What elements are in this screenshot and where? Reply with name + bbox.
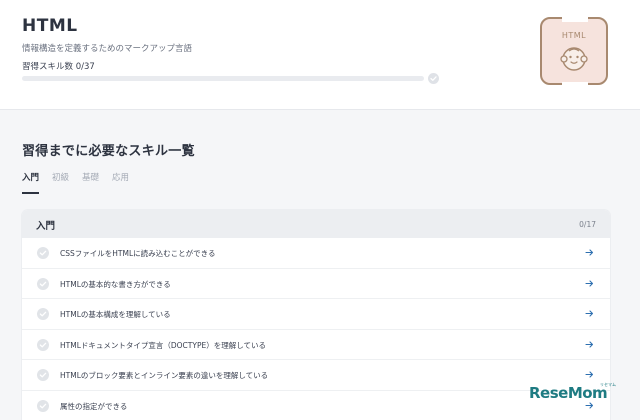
course-header: HTML 情報構造を定義するためのマークアップ言語 習得スキル数 0/37 HT… [0,0,640,110]
panel-header: 入門 0/17 [22,210,610,238]
arrow-right-icon[interactable] [585,309,594,318]
badge-notch-top [562,14,588,22]
skill-label: HTMLのブロック要素とインライン要素の違いを理解している [60,371,269,380]
arrow-right-icon[interactable] [585,340,594,349]
course-badge: HTML [540,17,608,85]
progress-check-icon [428,73,439,84]
skill-row[interactable]: 属性の指定ができる [22,391,610,420]
check-circle-icon[interactable] [37,308,49,320]
check-circle-icon[interactable] [37,399,49,412]
skills-panel: 入門 0/17 CSSファイルをHTMLに読み込むことができる HTMLの基本的… [22,210,610,420]
check-circle-icon[interactable] [37,338,49,351]
check-circle-icon[interactable] [37,247,49,259]
skill-row[interactable]: HTMLドキュメントタイプ宣言（DOCTYPE）を理解している [22,330,610,360]
tab-basic[interactable]: 基礎 [82,172,99,194]
skill-row[interactable]: HTMLの基本構成を理解している [22,299,610,330]
arrow-right-icon[interactable] [585,370,594,379]
skill-label: HTMLドキュメントタイプ宣言（DOCTYPE）を理解している [60,340,266,350]
tab-beginner[interactable]: 初級 [52,172,69,194]
badge-label: HTML [561,31,587,40]
tab-advanced[interactable]: 応用 [112,172,129,194]
skill-label: 属性の指定ができる [60,401,128,411]
tab-intro[interactable]: 入門 [22,172,40,194]
skill-label: CSSファイルをHTMLに読み込むことができる [60,249,216,258]
arrow-right-icon[interactable] [585,279,594,288]
resemom-watermark-sub: リセマム [600,382,616,387]
course-subtitle: 情報構造を定義するためのマークアップ言語 [22,44,193,54]
skill-row[interactable]: HTMLのブロック要素とインライン要素の違いを理解している [22,360,610,391]
skill-label: HTMLの基本構成を理解している [60,310,171,319]
check-circle-icon[interactable] [37,277,49,290]
skill-count: 習得スキル数 0/37 [22,62,95,72]
skills-section-title: 習得までに必要なスキル一覧 [22,144,195,159]
skill-row[interactable]: CSSファイルをHTMLに読み込むことができる [22,238,610,269]
skill-row[interactable]: HTMLの基本的な書き方ができる [22,269,610,299]
monkey-face-icon [560,47,588,71]
progress-bar [22,76,424,81]
arrow-right-icon[interactable] [585,248,594,257]
panel-title: 入門 [36,221,56,232]
level-tabs: 入門 初級 基礎 応用 [22,172,142,194]
badge-notch-bottom [562,82,588,90]
skill-label: HTMLの基本的な書き方ができる [60,279,171,289]
course-title: HTML [22,16,78,36]
panel-count: 0/17 [579,220,596,229]
check-circle-icon[interactable] [37,369,49,381]
resemom-watermark: ReseMom [529,384,608,402]
